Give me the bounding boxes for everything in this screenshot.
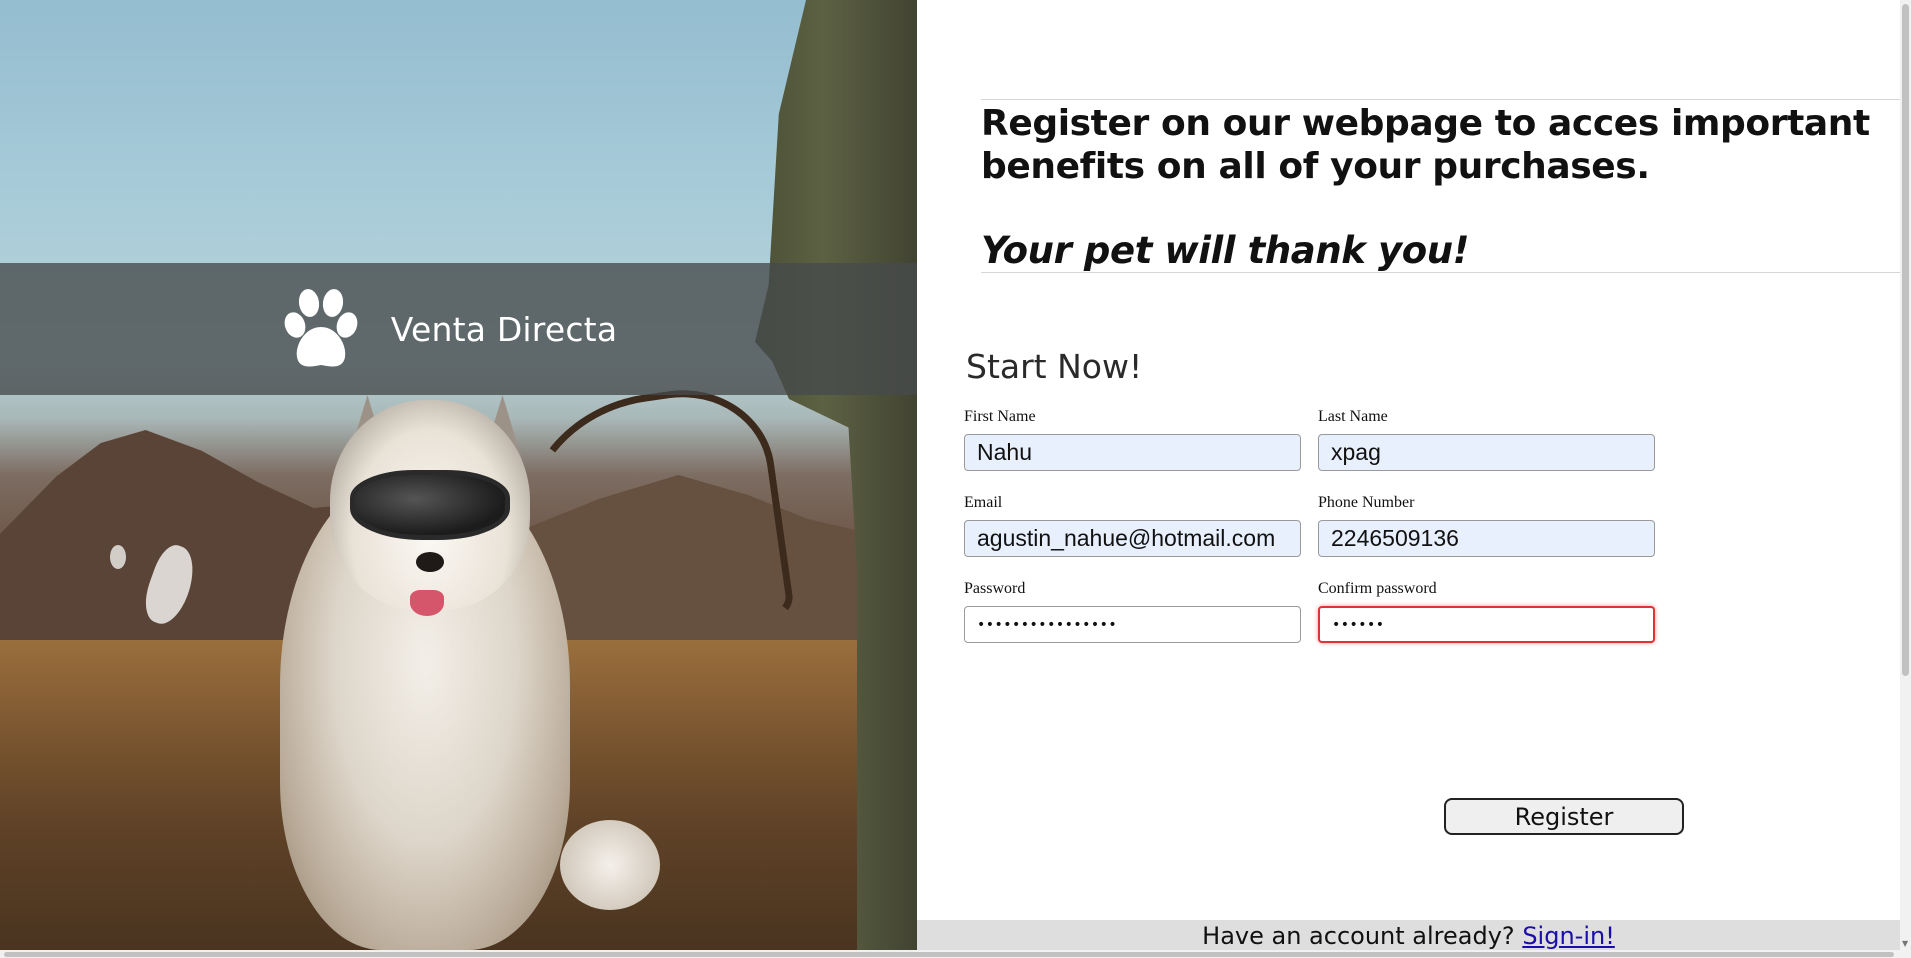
horizontal-scrollbar[interactable]	[0, 950, 1911, 958]
register-page: Venta Directa Register on our webpage to…	[0, 0, 1911, 958]
paw-icon	[275, 283, 367, 375]
last-name-label: Last Name	[1318, 408, 1388, 425]
password-label: Password	[964, 580, 1026, 597]
phone-input[interactable]	[1318, 520, 1655, 557]
confirm-password-label: Confirm password	[1318, 580, 1437, 597]
password-group: Password	[964, 580, 1301, 643]
scroll-down-arrow-icon[interactable]: ▼	[1902, 939, 1908, 948]
confirm-password-group: Confirm password	[1318, 580, 1655, 643]
confirm-password-input[interactable]	[1318, 606, 1655, 643]
hero-image-husky-with-goggles: Venta Directa	[0, 0, 917, 950]
register-button[interactable]: Register	[1444, 798, 1684, 835]
first-name-group: First Name	[964, 408, 1301, 471]
dog-goggles	[350, 470, 510, 540]
email-input[interactable]	[964, 520, 1301, 557]
first-name-label: First Name	[964, 408, 1036, 425]
form-title: Start Now!	[966, 347, 1143, 386]
last-name-input[interactable]	[1318, 434, 1655, 471]
first-name-input[interactable]	[964, 434, 1301, 471]
dog-nose	[416, 552, 444, 572]
signin-link[interactable]: Sign-in!	[1522, 922, 1615, 950]
email-label: Email	[964, 494, 1003, 511]
phone-group: Phone Number	[1318, 494, 1655, 557]
headline-block: Register on our webpage to acces importa…	[981, 99, 1901, 273]
scrollbar-thumb[interactable]	[4, 952, 1894, 957]
vertical-scrollbar[interactable]: ▼	[1900, 0, 1911, 950]
brand-name: Venta Directa	[390, 309, 618, 349]
snow-patch	[110, 545, 126, 569]
scrollbar-thumb[interactable]	[1902, 4, 1909, 676]
dog-tail	[560, 820, 660, 910]
email-group: Email	[964, 494, 1301, 557]
signin-footer: Have an account already? Sign-in!	[917, 920, 1900, 950]
headline-lead: Register on our webpage to acces importa…	[981, 103, 1870, 187]
last-name-group: Last Name	[1318, 408, 1655, 471]
phone-label: Phone Number	[1318, 494, 1415, 511]
signin-prompt: Have an account already?	[1202, 922, 1515, 950]
headline-tagline: Your pet will thank you!	[981, 229, 1470, 272]
dog-tongue	[410, 590, 444, 616]
password-input[interactable]	[964, 606, 1301, 643]
brand-banner: Venta Directa	[0, 263, 917, 395]
